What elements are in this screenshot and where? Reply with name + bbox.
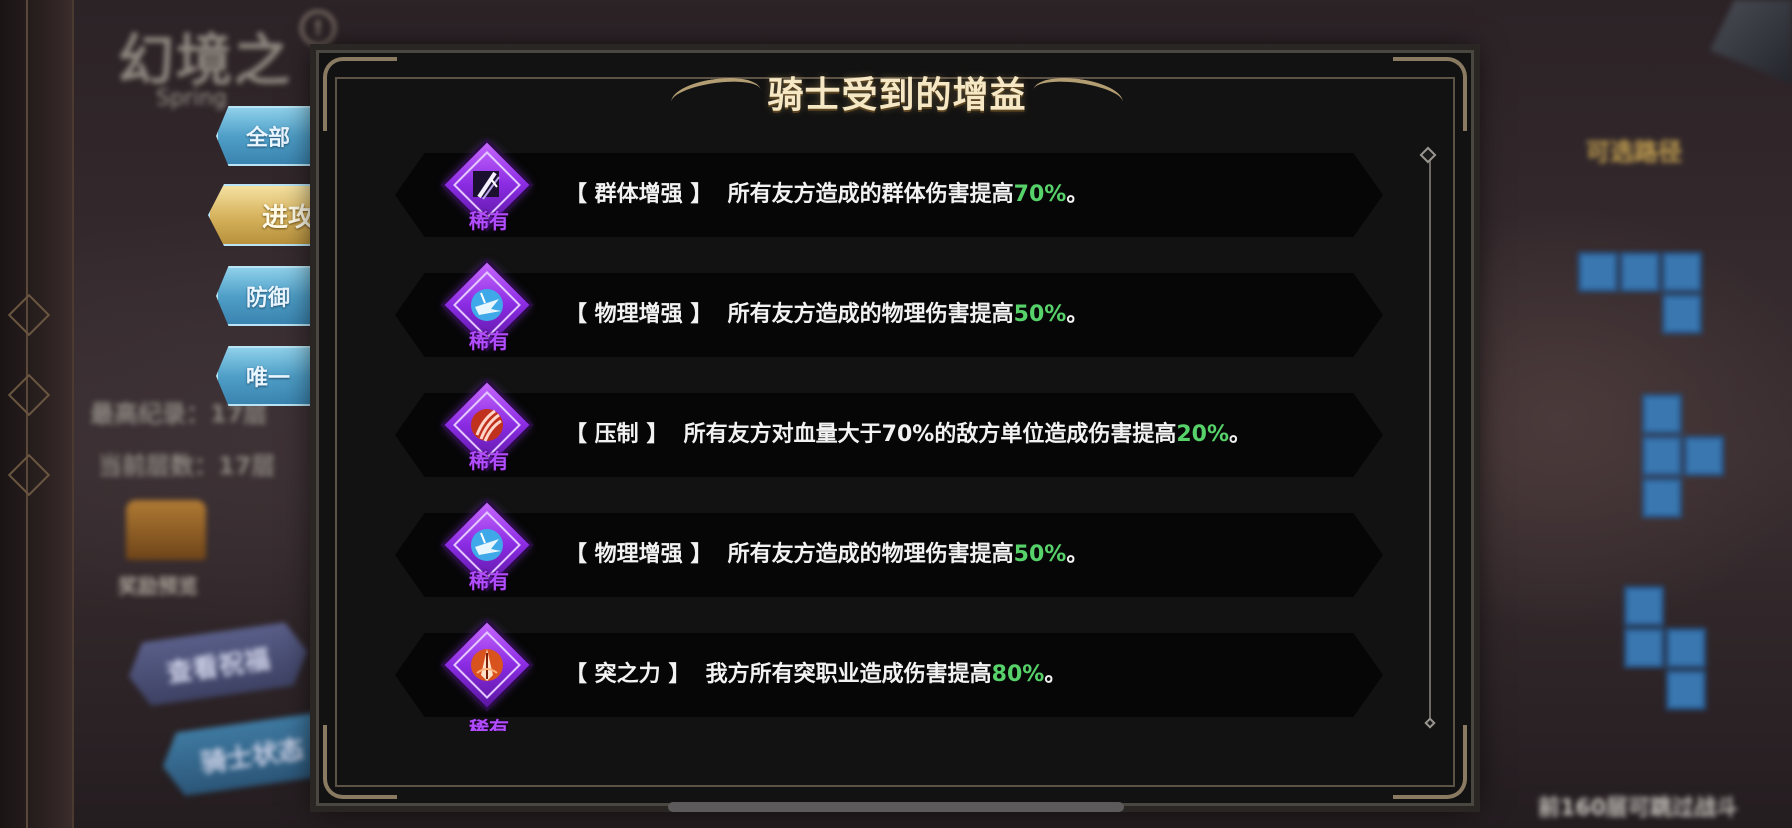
- buff-end: 。: [1066, 542, 1089, 567]
- physical-burst-icon: [469, 525, 505, 565]
- buff-end: 。: [1066, 302, 1089, 327]
- buff-description: 【 物理增强 】 所有友方造成的物理伤害提高50%。: [565, 535, 1088, 575]
- frame-corner-ornament: [1393, 57, 1467, 131]
- buff-description: 【 突之力 】 我方所有突职业造成伤害提高80%。: [565, 655, 1066, 695]
- swirl-ornament-icon: [669, 72, 763, 120]
- buff-description: 【 压制 】 所有友方对血量大于70%的敌方单位造成伤害提高20%。: [565, 415, 1251, 455]
- buff-desc: 所有友方造成的物理伤害提高: [727, 542, 1014, 567]
- buff-icon-slot: [444, 622, 530, 708]
- buff-value: 50%: [1013, 542, 1067, 567]
- frame-corner-ornament: [323, 57, 397, 131]
- rarity-label: 稀有: [469, 209, 509, 233]
- buff-description: 【 群体增强 】 所有友方造成的群体伤害提高70%。: [565, 175, 1088, 215]
- bg-current-floor: 当前层数：17层: [98, 452, 276, 480]
- left-decorative-strip: [0, 0, 74, 828]
- ornament-icon: [7, 373, 51, 417]
- buff-description: 【 物理增强 】 所有友方造成的物理伤害提高50%。: [565, 295, 1088, 335]
- treasure-chest-icon: [126, 500, 206, 560]
- frame-corner-ornament: [1393, 725, 1467, 799]
- rarity-label: 稀有: [469, 449, 509, 473]
- scrollbar-track[interactable]: [1429, 153, 1431, 723]
- tab-all[interactable]: 全部: [216, 106, 320, 166]
- title-plate: 骑士受到的增益: [669, 59, 1125, 125]
- buff-value: 80%: [991, 662, 1045, 687]
- bg-stage-subtitle: Spring: [156, 86, 227, 111]
- buff-name: 【 群体增强 】: [565, 182, 713, 207]
- rarity-label: 稀有: [469, 717, 509, 731]
- tab-defense[interactable]: 防御: [216, 266, 320, 326]
- bg-reward-preview: 奖励预览: [118, 574, 198, 598]
- buff-desc: 我方所有突职业造成伤害提高: [705, 662, 992, 687]
- buff-end: 。: [1044, 662, 1067, 687]
- dialog-title: 骑士受到的增益: [767, 75, 1027, 116]
- buff-value: 70%: [1013, 182, 1067, 207]
- buff-dialog: 骑士受到的增益 稀有 【 群体增强 】 所有友方造成的群体伤害提高70%。 稀有…: [316, 50, 1474, 806]
- bg-stage-title: 幻境之: [118, 29, 292, 94]
- tab-unique[interactable]: 唯一: [216, 346, 320, 406]
- buff-name: 【 压制 】: [565, 422, 669, 447]
- rarity-label: 稀有: [469, 569, 509, 593]
- buff-name: 【 突之力 】: [565, 662, 691, 687]
- rarity-label: 稀有: [469, 329, 509, 353]
- buff-name: 【 物理增强 】: [565, 302, 713, 327]
- buff-name: 【 物理增强 】: [565, 542, 713, 567]
- claw-strike-icon: [469, 405, 505, 445]
- swirl-ornament-icon: [1031, 72, 1125, 120]
- ornament-icon: [7, 453, 51, 497]
- sword-slash-icon: [469, 165, 505, 205]
- buff-value: 20%: [1176, 422, 1229, 447]
- buff-desc: 所有友方造成的物理伤害提高: [727, 302, 1014, 327]
- ornament-icon: [7, 293, 51, 337]
- bg-route-title: 可选路径: [1586, 138, 1682, 166]
- buff-end: 。: [1229, 422, 1252, 447]
- alert-icon: !: [300, 10, 336, 46]
- bg-skip-hint: 前160层可跳过战斗: [1538, 796, 1738, 821]
- physical-burst-icon: [469, 285, 505, 325]
- home-indicator: [668, 802, 1124, 812]
- buff-desc: 所有友方造成的群体伤害提高: [727, 182, 1014, 207]
- buff-desc: 所有友方对血量大于70%的敌方单位造成伤害提高: [683, 422, 1177, 447]
- buff-value: 50%: [1013, 302, 1067, 327]
- frame-corner-ornament: [323, 725, 397, 799]
- lance-flame-icon: [469, 645, 505, 685]
- buff-end: 。: [1066, 182, 1089, 207]
